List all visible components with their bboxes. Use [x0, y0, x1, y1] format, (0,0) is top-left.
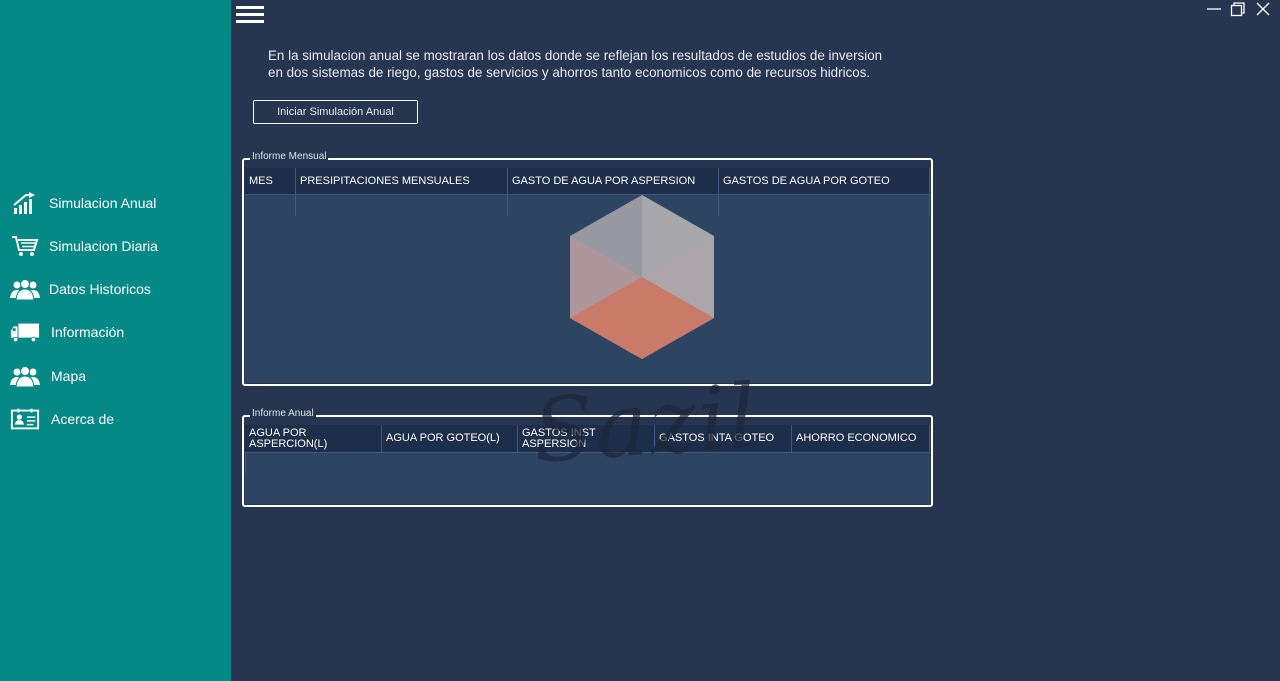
- column-header-precipitaciones[interactable]: PRESIPITACIONES MENSUALES: [296, 168, 508, 195]
- column-header-gasto-aspersion[interactable]: GASTO DE AGUA POR ASPERSION: [508, 168, 719, 195]
- column-divider: [295, 195, 296, 216]
- sidebar-item-label: Simulacion Anual: [49, 195, 157, 211]
- intro-line: En la simulacion anual se mostraran los …: [268, 48, 883, 63]
- cart-icon: [10, 234, 40, 258]
- sidebar-item-informacion[interactable]: Información: [10, 317, 124, 347]
- id-card-icon: [10, 407, 40, 431]
- watermark-logo: [569, 194, 715, 365]
- group-title: Informe Anual: [250, 408, 316, 419]
- table-header-row: MES PRESIPITACIONES MENSUALES GASTO DE A…: [245, 168, 930, 195]
- column-divider: [929, 195, 930, 216]
- sidebar-item-label: Información: [51, 324, 125, 340]
- column-divider: [507, 195, 508, 216]
- sidebar-item-label: Simulacion Diaria: [49, 238, 158, 254]
- column-header-ahorro-economico[interactable]: AHORRO ECONOMICO: [792, 425, 930, 453]
- column-divider: [718, 195, 719, 216]
- sidebar-item-datos-historicos[interactable]: Datos Historicos: [10, 274, 151, 304]
- hamburger-menu-icon[interactable]: [236, 6, 264, 24]
- column-divider: [245, 453, 246, 473]
- intro-line: en dos sistemas de riego, gastos de serv…: [268, 65, 871, 80]
- column-header-gastos-goteo[interactable]: GASTOS DE AGUA POR GOTEO: [719, 168, 930, 195]
- minimize-icon[interactable]: [1205, 0, 1223, 20]
- group-title: Informe Mensual: [250, 151, 329, 162]
- column-header-mes[interactable]: MES: [245, 168, 296, 195]
- sidebar-item-mapa[interactable]: Mapa: [10, 361, 86, 391]
- watermark-signature: Sazil: [529, 364, 762, 483]
- sidebar-item-label: Mapa: [51, 368, 87, 384]
- sidebar-item-label: Datos Historicos: [49, 281, 151, 297]
- close-icon[interactable]: [1254, 0, 1272, 20]
- restore-icon[interactable]: [1229, 0, 1247, 20]
- users-icon: [10, 277, 40, 301]
- sidebar-item-simulacion-anual[interactable]: Simulacion Anual: [10, 188, 156, 218]
- sidebar-item-acerca-de[interactable]: Acerca de: [10, 404, 114, 434]
- intro-description: En la simulacion anual se mostraran los …: [268, 47, 928, 81]
- column-header-agua-aspercion[interactable]: AGUA POR ASPERCION(L): [245, 425, 382, 453]
- sidebar-item-label: Acerca de: [51, 411, 115, 427]
- sidebar-item-simulacion-diaria[interactable]: Simulacion Diaria: [10, 231, 158, 261]
- users-icon: [10, 364, 40, 388]
- sidebar: Simulacion Anual Simulacion Diaria Datos…: [0, 0, 231, 681]
- chart-up-icon: [10, 191, 40, 215]
- truck-icon: [10, 320, 40, 344]
- start-simulation-button[interactable]: Iniciar Simulación Anual: [253, 100, 418, 124]
- column-header-agua-goteo[interactable]: AGUA POR GOTEO(L): [382, 425, 518, 453]
